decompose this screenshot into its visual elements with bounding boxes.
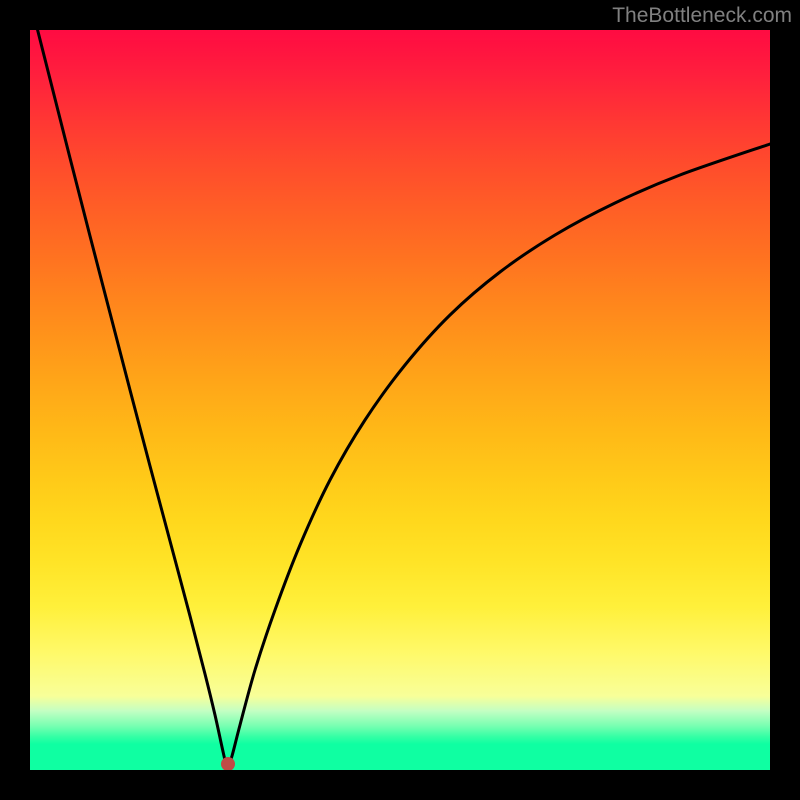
plot-area [30,30,770,770]
minimum-marker [221,757,235,770]
bottleneck-curve [30,30,770,767]
curve-layer [30,30,770,770]
watermark-label: TheBottleneck.com [612,4,792,28]
chart-container: TheBottleneck.com [0,0,800,800]
